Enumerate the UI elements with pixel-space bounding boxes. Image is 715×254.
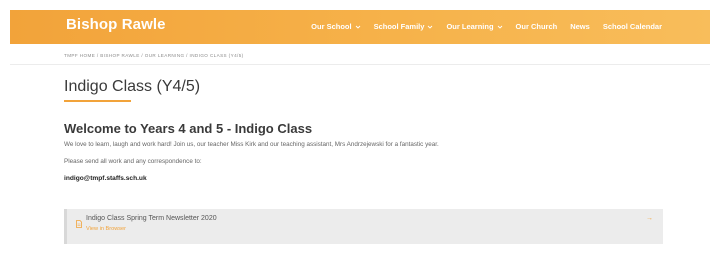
main-nav: Our School School Family Our Learning Ou… bbox=[298, 22, 662, 31]
divider bbox=[10, 64, 710, 65]
nav-item-label: Our Learning bbox=[446, 22, 494, 31]
title-underline bbox=[64, 100, 131, 102]
chevron-down-icon bbox=[497, 24, 503, 30]
arrow-right-icon[interactable]: → bbox=[646, 215, 653, 222]
nav-item-label: Our School bbox=[311, 22, 352, 31]
nav-item-our-learning[interactable]: Our Learning bbox=[446, 22, 502, 31]
nav-item-our-school[interactable]: Our School bbox=[311, 22, 360, 31]
nav-item-label: News bbox=[570, 22, 590, 31]
breadcrumb[interactable]: TMPF HOME / BISHOP RAWLE / OUR LEARNING … bbox=[64, 53, 244, 58]
nav-item-school-calendar[interactable]: School Calendar bbox=[603, 22, 662, 31]
intro-paragraph: We love to learn, laugh and work hard! J… bbox=[64, 141, 439, 148]
attachment-title: Indigo Class Spring Term Newsletter 2020 bbox=[86, 215, 217, 222]
page-title: Indigo Class (Y4/5) bbox=[64, 78, 201, 95]
view-in-browser-link[interactable]: View in Browser bbox=[86, 226, 126, 232]
chevron-down-icon bbox=[355, 24, 361, 30]
nav-item-school-family[interactable]: School Family bbox=[374, 22, 434, 31]
email-address[interactable]: indigo@tmpf.staffs.sch.uk bbox=[64, 175, 147, 182]
welcome-heading: Welcome to Years 4 and 5 - Indigo Class bbox=[64, 121, 313, 136]
nav-item-label: School Family bbox=[373, 22, 425, 31]
nav-item-our-church[interactable]: Our Church bbox=[516, 22, 558, 31]
site-logo-text[interactable]: Bishop Rawle bbox=[66, 16, 166, 33]
site-header: Bishop Rawle Our School School Family Ou… bbox=[10, 10, 710, 44]
document-icon bbox=[76, 215, 82, 228]
nav-item-label: Our Church bbox=[515, 22, 558, 31]
nav-item-news[interactable]: News bbox=[570, 22, 590, 31]
nav-item-label: School Calendar bbox=[602, 22, 662, 31]
correspondence-paragraph: Please send all work and any corresponde… bbox=[64, 158, 202, 165]
chevron-down-icon bbox=[427, 24, 433, 30]
newsletter-attachment[interactable]: Indigo Class Spring Term Newsletter 2020… bbox=[64, 209, 663, 244]
